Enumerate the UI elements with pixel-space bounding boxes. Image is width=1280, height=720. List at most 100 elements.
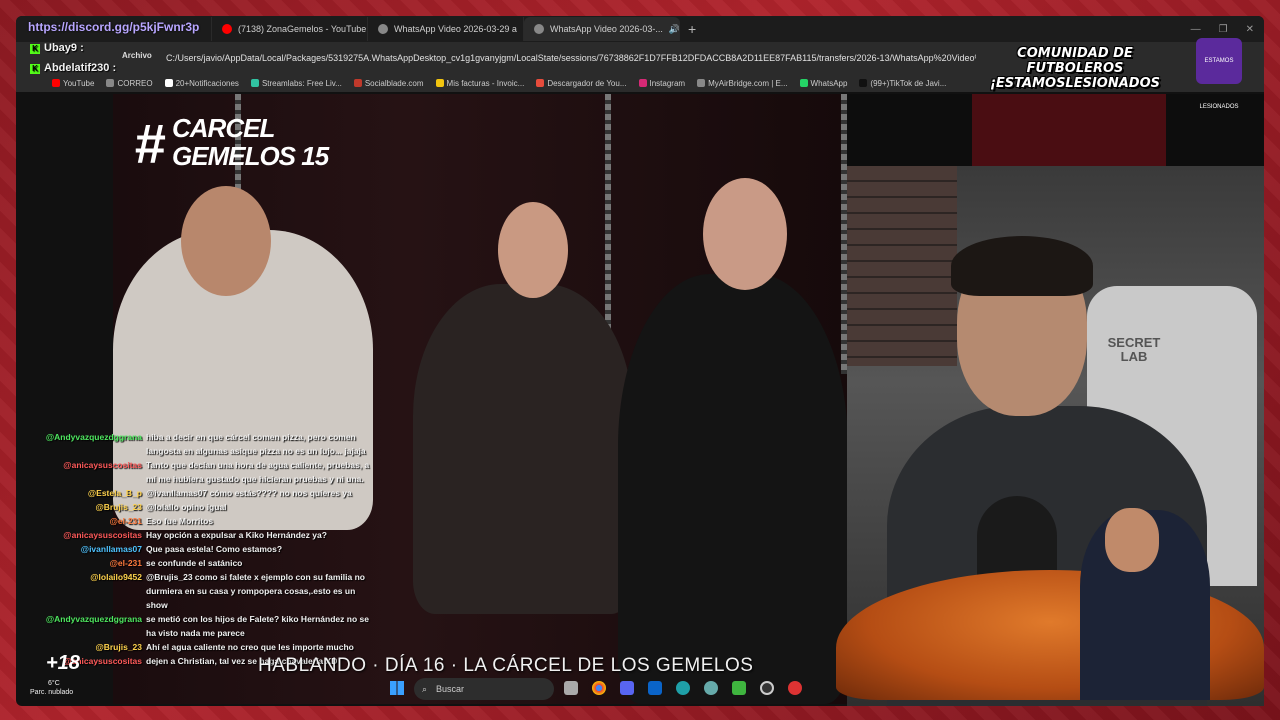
- title-hash: #: [134, 112, 165, 175]
- streamlabs-icon: [250, 79, 259, 87]
- bookmark-label: YouTube: [63, 78, 95, 88]
- taskbar: 6°C Parc. nublado ⌕ Buscar: [18, 675, 848, 703]
- background-red: [972, 94, 1166, 166]
- maximize-icon[interactable]: ❐: [1219, 24, 1228, 35]
- bookmark-correo[interactable]: CORREO: [106, 79, 153, 88]
- chat-username[interactable]: @Andyvazquezdggrana: [18, 430, 146, 444]
- chat-username[interactable]: @el-231: [18, 514, 146, 528]
- chat-text: @Brujis_23 como si falete x ejemplo con …: [146, 572, 365, 610]
- instagram-icon: [638, 79, 647, 87]
- discord-link[interactable]: https://discord.gg/p5kjFwnr3p: [28, 20, 199, 34]
- task-view-icon[interactable]: [564, 681, 578, 695]
- chat-text: Ahí el agua caliente no creo que les imp…: [146, 642, 354, 652]
- person-head: [181, 186, 271, 296]
- obs-icon[interactable]: [760, 681, 774, 695]
- chat-username[interactable]: @Brujis_23: [18, 640, 146, 654]
- viewer-ubay9: K Ubay9 :: [30, 42, 84, 54]
- bookmark-x[interactable]: 20+Notificaciones: [164, 78, 239, 88]
- cloud-icon: [697, 79, 706, 87]
- bookmark-label: Mis facturas - Invoic...: [446, 78, 525, 88]
- minimize-icon[interactable]: —: [1191, 24, 1201, 35]
- community-banner: COMUNIDAD DE FUTBOLEROS ¡ESTAMOSLESIONAD…: [975, 46, 1175, 91]
- bookmark-label: Streamlabs: Free Liv...: [261, 78, 342, 88]
- url-field[interactable]: C:/Users/javio/AppData/Local/Packages/53…: [166, 48, 976, 68]
- bookmark-descargador[interactable]: Descargador de You...: [536, 78, 627, 88]
- bookmark-instagram[interactable]: Instagram: [638, 79, 685, 88]
- chat-text: Tanto que decían una hora de agua calien…: [146, 460, 370, 484]
- speaker-icon[interactable]: 🔊: [669, 24, 679, 35]
- chat-message: @anicaysuscositas Tanto que decían una ho…: [18, 458, 378, 486]
- chat-message: @ivanllamas07 Que pasa estela! Como estam…: [18, 542, 378, 556]
- new-tab-button[interactable]: +: [688, 21, 696, 37]
- live-chat: @Andyvazquezdggrana hiba a decir en que c…: [18, 430, 378, 668]
- chat-username[interactable]: @Estela_B_p: [18, 486, 146, 500]
- taskbar-search[interactable]: ⌕ Buscar: [414, 678, 554, 700]
- weather-temp: 6°C: [48, 680, 60, 687]
- youtube-icon: [52, 79, 60, 87]
- chart-icon: [353, 79, 362, 87]
- age-rating: +18: [46, 652, 80, 674]
- chat-text: se confunde el satánico: [146, 558, 243, 568]
- outlook-icon[interactable]: [648, 681, 662, 695]
- bookmark-youtube[interactable]: YouTube: [52, 79, 94, 88]
- chat-text: se metió con los hijos de Falete? kiko H…: [146, 614, 369, 638]
- bookmark-streamlabs[interactable]: Streamlabs: Free Liv...: [250, 78, 342, 88]
- close-window-icon[interactable]: ✕: [1246, 24, 1254, 35]
- chat-text: Eso fue Morritos: [146, 516, 214, 526]
- bookmark-whatsapp[interactable]: WhatsApp: [799, 78, 848, 88]
- network-icon[interactable]: [704, 681, 718, 695]
- bookmark-socialblade[interactable]: Socialblade.com: [353, 79, 424, 88]
- chat-username[interactable]: @anicaysuscositas: [18, 458, 146, 472]
- chat-username[interactable]: @Brujis_23: [18, 500, 146, 514]
- chat-username[interactable]: @anicaysuscositas: [18, 654, 146, 668]
- tab-label: (7138) ZonaGemelos - YouTube: [238, 24, 367, 34]
- chat-message: @el-231 se confunde el satánico: [18, 556, 378, 570]
- chat-message: @Brujis_23 @lolallo opino igual: [18, 500, 378, 514]
- chat-username[interactable]: @Andyvazquezdggrana: [18, 612, 146, 626]
- chrome-icon[interactable]: [592, 681, 606, 695]
- mail-icon: [106, 79, 115, 87]
- show-title: # CARCEL GEMELOS 15: [134, 113, 329, 174]
- chat-message: @el-231 Eso fue Morritos: [18, 514, 378, 528]
- person-head: [703, 178, 787, 290]
- kick-icon: K: [30, 44, 40, 54]
- bookmark-label: (99+)TikTok de Javi...: [870, 78, 947, 88]
- bookmark-facturas[interactable]: Mis facturas - Invoic...: [435, 78, 525, 88]
- bookmark-label: Descargador de You...: [547, 78, 627, 88]
- edge-icon[interactable]: [676, 681, 690, 695]
- tab-whatsapp-video-1[interactable]: WhatsApp Video 2026-03-29 a ✕: [368, 17, 524, 41]
- person-man-glasses: [618, 274, 848, 704]
- stream-caption: HABLANDO · DÍA 16 · LA CÁRCEL DE LOS GEM…: [258, 655, 754, 676]
- tab-youtube[interactable]: (7138) ZonaGemelos - YouTube ✕: [212, 17, 368, 41]
- bookmark-label: WhatsApp: [810, 78, 848, 88]
- chat-text: @ivanllamas07 cómo estás???? no nos quie…: [146, 488, 352, 498]
- bookmark-tiktok[interactable]: (99+)TikTok de Javi...: [859, 79, 946, 88]
- bookmark-label: MyAirBridge.com | E...: [708, 78, 788, 88]
- chat-text: @lolallo opino igual: [146, 502, 227, 512]
- chat-username[interactable]: @ivanllamas07: [18, 542, 146, 556]
- file-label: Archivo: [122, 51, 152, 60]
- app-icon[interactable]: [788, 681, 802, 695]
- whatsapp-icon: [799, 79, 808, 87]
- chat-message: @anicaysuscositas Hay opción a expulsar a…: [18, 528, 378, 542]
- windows-start-icon[interactable]: [390, 681, 404, 695]
- bookmark-myairbridge[interactable]: MyAirBridge.com | E...: [697, 78, 788, 88]
- community-logo: ESTAMOS LESIONADOS: [1196, 38, 1242, 110]
- bookmark-label: 20+Notificaciones: [175, 78, 239, 88]
- chat-username[interactable]: @el-231: [18, 556, 146, 570]
- chair-brand: SECRET LAB: [1107, 335, 1161, 364]
- discord-icon[interactable]: [620, 681, 634, 695]
- brick-wall: [847, 166, 957, 366]
- chat-message: @Andyvazquezdggrana hiba a decir en que c…: [18, 430, 378, 458]
- tab-whatsapp-video-2[interactable]: WhatsApp Video 2026-03-... 🔊 ✕: [524, 17, 680, 41]
- camtasia-icon[interactable]: [732, 681, 746, 695]
- globe-icon: [378, 24, 388, 34]
- search-icon: ⌕: [422, 684, 428, 694]
- chat-username[interactable]: @anicaysuscositas: [18, 528, 146, 542]
- title-line1: CARCEL: [172, 113, 275, 143]
- invoice-icon: [435, 79, 444, 87]
- weather-widget[interactable]: 6°C Parc. nublado: [30, 679, 73, 697]
- chat-username[interactable]: @lolailo9452: [18, 570, 146, 584]
- tiktok-icon: [859, 79, 868, 87]
- banner-line1: COMUNIDAD DE FUTBOLEROS: [1017, 46, 1133, 76]
